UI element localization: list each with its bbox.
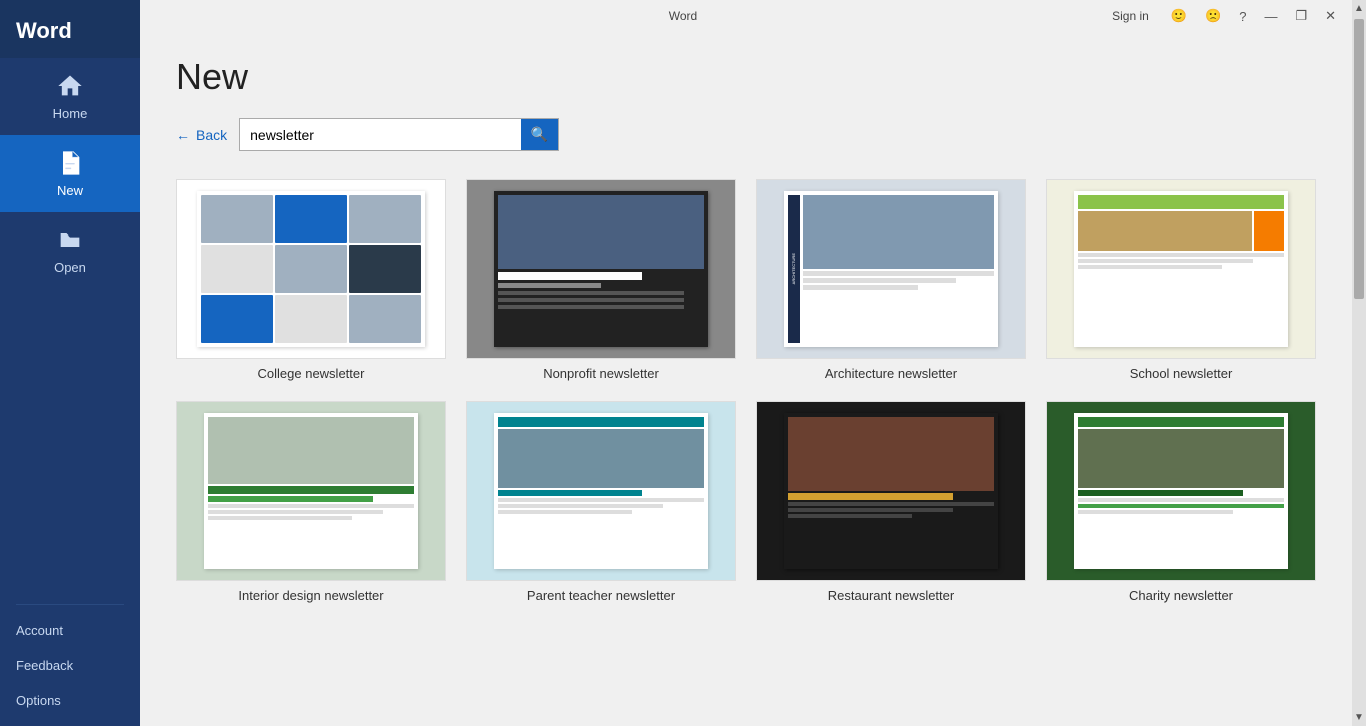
template-label-architecture: Architecture newsletter — [825, 366, 957, 381]
frown-icon[interactable]: 🙁 — [1197, 4, 1229, 28]
close-button[interactable]: ✕ — [1317, 4, 1344, 28]
search-bar: ← Back 🔍 — [176, 118, 1316, 151]
search-input-wrap: 🔍 — [239, 118, 559, 151]
titlebar-app-name: Word — [669, 9, 697, 23]
template-label-restaurant: Restaurant newsletter — [828, 588, 954, 603]
scroll-down-button[interactable]: ▼ — [1354, 709, 1364, 726]
template-label-interior: Interior design newsletter — [238, 588, 383, 603]
template-label-charity: Charity newsletter — [1129, 588, 1233, 603]
sidebar-bottom: Account Feedback Options — [0, 613, 140, 726]
search-button[interactable]: 🔍 — [521, 119, 558, 150]
titlebar-actions: Sign in 🙂 🙁 ? — ❐ ✕ — [1104, 4, 1344, 28]
maximize-button[interactable]: ❐ — [1287, 4, 1315, 28]
new-doc-icon — [56, 149, 84, 177]
sidebar-item-home-label: Home — [53, 106, 88, 121]
template-card-college-newsletter[interactable]: College newsletter — [176, 179, 446, 381]
sidebar-divider — [16, 604, 124, 605]
scrollbar-track: ▲ ▼ — [1352, 0, 1366, 726]
sidebar-item-new[interactable]: New — [0, 135, 140, 212]
search-input[interactable] — [240, 121, 521, 149]
sidebar-item-open-label: Open — [54, 260, 86, 275]
signin-button[interactable]: Sign in — [1104, 7, 1157, 25]
template-card-nonprofit-newsletter[interactable]: Nonprofit newsletter — [466, 179, 736, 381]
titlebar: Word Sign in 🙂 🙁 ? — ❐ ✕ — [140, 0, 1352, 32]
template-thumb-architecture: ARCHITECTURE — [756, 179, 1026, 359]
sidebar-item-options[interactable]: Options — [0, 683, 140, 718]
scroll-thumb[interactable] — [1354, 19, 1364, 299]
smiley-icon[interactable]: 🙂 — [1163, 4, 1195, 28]
sidebar-item-new-label: New — [57, 183, 83, 198]
template-thumb-interior — [176, 401, 446, 581]
template-thumb-restaurant — [756, 401, 1026, 581]
template-label-parent: Parent teacher newsletter — [527, 588, 675, 603]
template-label-college: College newsletter — [258, 366, 365, 381]
page-title: New — [176, 56, 1316, 98]
template-card-school-newsletter[interactable]: School newsletter — [1046, 179, 1316, 381]
template-thumb-school — [1046, 179, 1316, 359]
home-icon — [56, 72, 84, 100]
template-card-interior-design-newsletter[interactable]: Interior design newsletter — [176, 401, 446, 603]
sidebar: Word Home New Open Account Feedback Op — [0, 0, 140, 726]
template-card-architecture-newsletter[interactable]: ARCHITECTURE Architecture newsletter — [756, 179, 1026, 381]
sidebar-item-account[interactable]: Account — [0, 613, 140, 648]
options-label: Options — [16, 693, 61, 708]
back-button[interactable]: ← Back — [176, 127, 227, 143]
template-card-restaurant-newsletter[interactable]: Restaurant newsletter — [756, 401, 1026, 603]
template-label-nonprofit: Nonprofit newsletter — [543, 366, 659, 381]
back-label: Back — [196, 127, 227, 143]
minimize-button[interactable]: — — [1256, 5, 1285, 28]
template-thumb-parent — [466, 401, 736, 581]
app-title: Word — [0, 0, 140, 58]
template-label-school: School newsletter — [1130, 366, 1233, 381]
account-label: Account — [16, 623, 63, 638]
template-card-charity-newsletter[interactable]: Charity newsletter — [1046, 401, 1316, 603]
template-thumb-college — [176, 179, 446, 359]
content-area: New ← Back 🔍 — [140, 32, 1352, 726]
back-arrow-icon: ← — [176, 127, 190, 143]
feedback-label: Feedback — [16, 658, 73, 673]
main-area: Word Sign in 🙂 🙁 ? — ❐ ✕ New ← Back 🔍 — [140, 0, 1352, 726]
help-icon[interactable]: ? — [1231, 5, 1254, 28]
templates-grid: College newsletter Nonprofit newsletter — [176, 179, 1316, 603]
sidebar-item-open[interactable]: Open — [0, 212, 140, 289]
sidebar-nav: Home New Open Account Feedback Options — [0, 58, 140, 726]
template-card-parent-teacher-newsletter[interactable]: Parent teacher newsletter — [466, 401, 736, 603]
open-folder-icon — [56, 226, 84, 254]
template-thumb-nonprofit — [466, 179, 736, 359]
sidebar-item-feedback[interactable]: Feedback — [0, 648, 140, 683]
scroll-up-button[interactable]: ▲ — [1354, 0, 1364, 17]
sidebar-item-home[interactable]: Home — [0, 58, 140, 135]
template-thumb-charity — [1046, 401, 1316, 581]
